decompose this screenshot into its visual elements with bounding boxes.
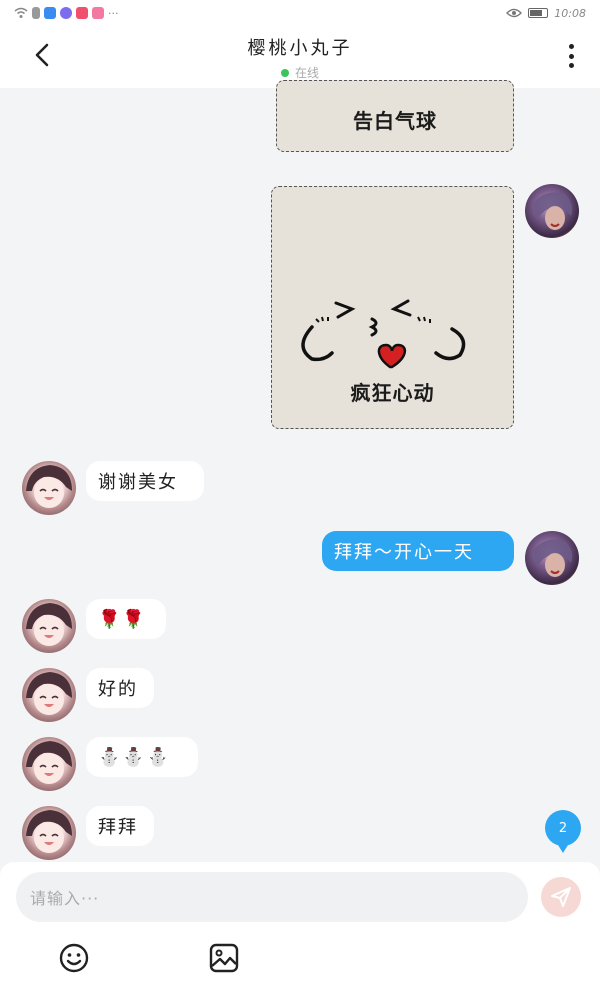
sticker-card-confession-balloon[interactable]: 告白气球 xyxy=(276,80,514,152)
send-icon xyxy=(551,887,571,907)
my-avatar[interactable] xyxy=(525,531,579,585)
app-icon-pink xyxy=(92,7,104,19)
contact-avatar-image xyxy=(26,672,72,715)
contact-avatar-image xyxy=(26,810,72,853)
my-avatar-image xyxy=(533,539,573,577)
message-bubble-incoming[interactable]: 🌹🌹 xyxy=(86,599,166,639)
message-bubble-incoming[interactable]: 好的 xyxy=(86,668,154,708)
status-icons-right: 10:08 xyxy=(506,7,586,20)
emoji-icon[interactable] xyxy=(58,942,90,974)
message-input[interactable]: 请输入··· xyxy=(16,872,528,922)
send-button[interactable] xyxy=(541,877,581,917)
sticker-card-crazy-heartbeat[interactable]: 疯狂心动 xyxy=(271,186,514,429)
more-notifications-icon: ··· xyxy=(108,6,119,20)
image-icon[interactable] xyxy=(208,942,240,974)
my-avatar-image xyxy=(533,192,573,230)
contact-avatar[interactable] xyxy=(22,599,76,653)
more-dot xyxy=(568,53,574,59)
unread-count: 2 xyxy=(558,820,568,836)
my-avatar[interactable] xyxy=(525,184,579,238)
hourglass-icon xyxy=(32,7,40,19)
sticker-card-label: 告白气球 xyxy=(353,109,437,133)
message-bubble-outgoing[interactable]: 拜拜～开心一天 xyxy=(322,531,514,571)
kiss-face-sticker-icon xyxy=(301,299,466,369)
online-dot-icon xyxy=(280,68,289,77)
contact-avatar-image xyxy=(26,603,72,646)
contact-avatar-image xyxy=(26,465,72,508)
wifi-icon xyxy=(14,7,28,18)
more-options-button[interactable] xyxy=(562,42,580,70)
battery-icon xyxy=(528,8,549,18)
contact-avatar[interactable] xyxy=(22,737,76,791)
message-bubble-incoming[interactable]: 拜拜 xyxy=(86,806,154,846)
contact-avatar[interactable] xyxy=(22,806,76,860)
contact-avatar-image xyxy=(26,741,72,784)
app-icon-blue xyxy=(44,7,56,19)
contact-avatar[interactable] xyxy=(22,461,76,515)
app-icon-purple xyxy=(60,7,72,19)
sticker-card-label: 疯狂心动 xyxy=(350,381,435,405)
status-time: 10:08 xyxy=(554,6,586,20)
online-status-label: 在线 xyxy=(294,66,319,80)
status-icons-left: ··· xyxy=(14,7,119,20)
message-text: 好的 xyxy=(98,679,138,700)
message-bubble-incoming[interactable]: ⛄⛄⛄ xyxy=(86,737,198,777)
message-text: 拜拜～开心一天 xyxy=(334,542,474,563)
message-text: ⛄⛄⛄ xyxy=(98,746,172,768)
composer: 请输入··· xyxy=(0,862,600,1000)
message-text: 拜拜 xyxy=(98,817,138,838)
more-dot xyxy=(568,44,574,49)
status-bar: ··· 10:08 xyxy=(0,0,600,26)
message-text: 🌹🌹 xyxy=(98,608,147,630)
more-dot xyxy=(568,63,574,68)
app-icon-red xyxy=(76,7,88,19)
online-status: 在线 xyxy=(0,64,600,81)
contact-avatar[interactable] xyxy=(22,668,76,722)
message-text: 谢谢美女 xyxy=(98,472,178,493)
chat-title: 樱桃小丸子 xyxy=(247,38,353,59)
message-input-placeholder: 请输入··· xyxy=(30,889,100,908)
message-bubble-incoming[interactable]: 谢谢美女 xyxy=(86,461,204,501)
unread-messages-badge[interactable]: 2 xyxy=(545,810,581,853)
eye-icon xyxy=(506,8,523,18)
chat-header: 樱桃小丸子 在线 xyxy=(0,26,600,88)
title-group: 樱桃小丸子 在线 xyxy=(0,34,600,81)
